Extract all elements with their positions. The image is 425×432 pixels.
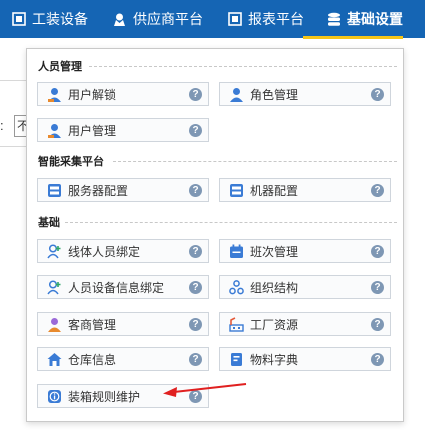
report-icon xyxy=(228,12,242,26)
nav-supplier-platform[interactable]: 供应商平台 xyxy=(112,0,203,38)
menu-item-label: 用户管理 xyxy=(68,123,117,138)
help-icon[interactable]: ? xyxy=(371,183,384,197)
nav-label: 基础设置 xyxy=(347,11,403,27)
menu-item-label: 班次管理 xyxy=(250,244,299,259)
user-icon xyxy=(46,122,62,138)
section-divider xyxy=(89,66,397,67)
help-icon[interactable]: ? xyxy=(371,280,384,294)
help-icon[interactable]: ? xyxy=(189,317,202,331)
menu-item-user-unlock[interactable]: 用户解锁 ? xyxy=(37,82,209,106)
field-label: : xyxy=(0,118,4,133)
page: 工装设备 供应商平台 报表平台 基础设置 : 不 人员管理 用户解锁 ? 角色管… xyxy=(0,0,425,432)
menu-item-label: 服务器配置 xyxy=(68,183,129,198)
server-icon xyxy=(46,182,62,198)
machine-icon xyxy=(228,182,244,198)
top-navbar: 工装设备 供应商平台 报表平台 基础设置 xyxy=(0,0,425,39)
help-icon[interactable]: ? xyxy=(371,244,384,258)
merchant-icon xyxy=(46,316,62,332)
help-icon[interactable]: ? xyxy=(189,87,202,101)
user-add-icon xyxy=(46,279,62,295)
clipboard-icon xyxy=(12,12,26,26)
calendar-icon xyxy=(228,243,244,259)
menu-item-shift-management[interactable]: 班次管理 ? xyxy=(219,239,391,263)
info-icon xyxy=(46,388,62,404)
menu-item-machine-config[interactable]: 机器配置 ? xyxy=(219,178,391,202)
menu-item-label: 客商管理 xyxy=(68,317,117,332)
nav-tooling-equipment[interactable]: 工装设备 xyxy=(12,0,88,38)
user-badge-icon xyxy=(112,12,127,27)
nav-basic-settings[interactable]: 基础设置 xyxy=(327,0,403,38)
section-divider xyxy=(65,222,397,223)
nav-label: 工装设备 xyxy=(32,11,88,27)
annotation-arrow-icon xyxy=(163,383,247,397)
menu-item-user-management[interactable]: 用户管理 ? xyxy=(37,118,209,142)
help-icon[interactable]: ? xyxy=(371,317,384,331)
menu-item-label: 人员设备信息绑定 xyxy=(68,280,165,295)
menu-item-label: 组织结构 xyxy=(250,280,299,295)
menu-item-label: 线体人员绑定 xyxy=(68,244,141,259)
nav-label: 供应商平台 xyxy=(133,11,203,27)
nav-label: 报表平台 xyxy=(248,11,304,27)
section-divider xyxy=(113,161,397,162)
menu-item-label: 仓库信息 xyxy=(68,352,117,367)
nav-report-platform[interactable]: 报表平台 xyxy=(228,0,304,38)
active-nav-underline xyxy=(303,36,403,39)
section-title-smart-collection: 智能采集平台 xyxy=(38,156,104,168)
section-title-personnel: 人员管理 xyxy=(38,61,82,73)
menu-item-merchant-management[interactable]: 客商管理 ? xyxy=(37,312,209,336)
user-icon xyxy=(46,86,62,102)
help-icon[interactable]: ? xyxy=(371,87,384,101)
user-add-icon xyxy=(46,243,62,259)
menu-item-line-personnel-binding[interactable]: 线体人员绑定 ? xyxy=(37,239,209,263)
help-icon[interactable]: ? xyxy=(189,123,202,137)
menu-item-label: 物料字典 xyxy=(250,352,299,367)
menu-item-warehouse-info[interactable]: 仓库信息 ? xyxy=(37,347,209,371)
menu-item-label: 机器配置 xyxy=(250,183,299,198)
help-icon[interactable]: ? xyxy=(189,183,202,197)
menu-item-material-dictionary[interactable]: 物料字典 ? xyxy=(219,347,391,371)
section-title-basic: 基础 xyxy=(38,217,60,229)
help-icon[interactable]: ? xyxy=(189,244,202,258)
menu-item-factory-resources[interactable]: 工厂资源 ? xyxy=(219,312,391,336)
menu-item-label: 工厂资源 xyxy=(250,317,299,332)
database-icon xyxy=(327,12,341,27)
menu-item-label: 角色管理 xyxy=(250,87,299,102)
menu-item-role-management[interactable]: 角色管理 ? xyxy=(219,82,391,106)
help-icon[interactable]: ? xyxy=(189,352,202,366)
dictionary-icon xyxy=(228,351,244,367)
menu-item-personnel-device-binding[interactable]: 人员设备信息绑定 ? xyxy=(37,275,209,299)
menu-item-label: 用户解锁 xyxy=(68,87,117,102)
menu-item-org-structure[interactable]: 组织结构 ? xyxy=(219,275,391,299)
warehouse-icon xyxy=(46,351,62,367)
factory-icon xyxy=(228,316,244,332)
menu-item-server-config[interactable]: 服务器配置 ? xyxy=(37,178,209,202)
basic-settings-dropdown: 人员管理 用户解锁 ? 角色管理 ? 用户管理 ? 智能采集平台 服务器配置 ?… xyxy=(26,48,404,422)
user-group-icon xyxy=(228,86,244,102)
help-icon[interactable]: ? xyxy=(371,352,384,366)
help-icon[interactable]: ? xyxy=(189,280,202,294)
org-chart-icon xyxy=(228,279,244,295)
